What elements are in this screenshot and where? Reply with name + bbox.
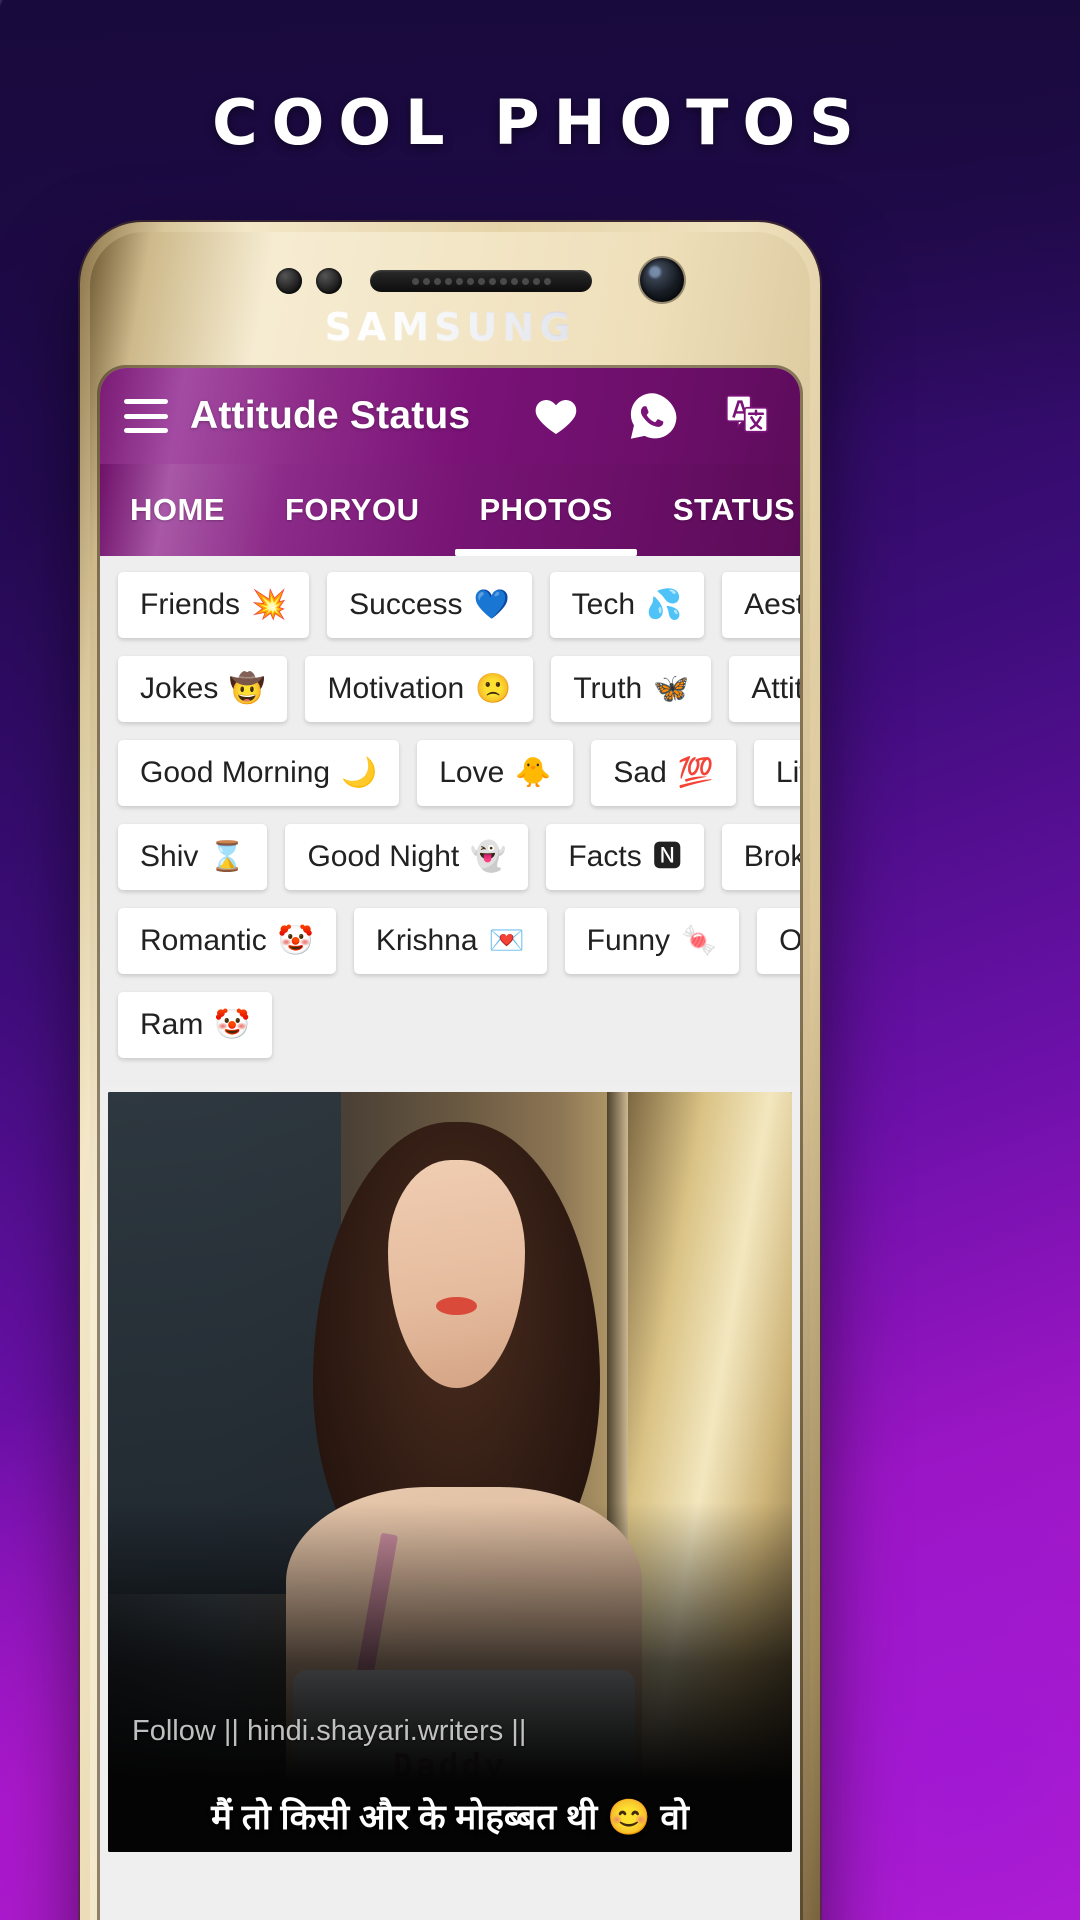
category-chip-good-night[interactable]: Good Night 👻 [285, 824, 529, 890]
category-chip-ram[interactable]: Ram 🤡 [118, 992, 273, 1058]
chip-label: Life [775, 756, 800, 789]
chip-emoji-icon: 🌙 [341, 756, 378, 789]
phone-frame: SAMSUNG Attitude Status HOME FORYOU PHOT… [80, 222, 820, 1920]
chip-label: Truth [573, 672, 643, 705]
sensor-dots-icon [276, 268, 342, 294]
chip-label: Other [779, 924, 800, 957]
category-chip-other[interactable]: Other 💣 [757, 908, 800, 974]
category-chip-funny[interactable]: Funny 🍬 [564, 908, 740, 974]
tab-home[interactable]: HOME [100, 464, 255, 556]
chip-emoji-icon: ⌛ [209, 840, 246, 873]
chip-emoji-icon: 💯 [677, 756, 714, 789]
tab-status[interactable]: STATUS [643, 464, 800, 556]
category-chip-good-morning[interactable]: Good Morning 🌙 [118, 740, 400, 806]
chip-label: Good Morning [140, 756, 331, 789]
earpiece-speaker-icon [370, 270, 592, 292]
chip-label: Success [349, 588, 463, 621]
chip-label: Friends [140, 588, 241, 621]
photo-card[interactable]: Daddy Follow || hindi.shayari.writers ||… [108, 1092, 792, 1852]
tab-foryou[interactable]: FORYOU [255, 464, 449, 556]
category-chip-truth[interactable]: Truth 🦋 [551, 656, 712, 722]
chip-row: Shiv ⌛ Good Night 👻 Facts 🅽️ Broken 💩 [110, 824, 800, 890]
category-chip-broken[interactable]: Broken 💩 [721, 824, 800, 890]
phone-top-bar: SAMSUNG [80, 222, 820, 372]
chip-label: Romantic [140, 924, 267, 957]
translate-icon[interactable] [722, 392, 772, 440]
category-chip-shiv[interactable]: Shiv ⌛ [118, 824, 268, 890]
chip-label: Sad [613, 756, 667, 789]
device-brand-label: SAMSUNG [80, 305, 820, 349]
chip-label: Aesthetic [744, 588, 800, 621]
chip-row: Good Morning 🌙 Love 🐥 Sad 💯 Life 👣 [110, 740, 800, 806]
heart-icon[interactable] [530, 392, 582, 440]
photo-watermark: Follow || hindi.shayari.writers || [132, 1715, 527, 1747]
chip-emoji-icon: 🅽️ [652, 840, 682, 873]
chip-label: Jokes [140, 672, 219, 705]
chip-emoji-icon: 🦋 [653, 672, 690, 705]
chip-label: Love [439, 756, 505, 789]
category-chip-love[interactable]: Love 🐥 [417, 740, 574, 806]
chip-emoji-icon: 💥 [251, 588, 288, 621]
chip-emoji-icon: 💌 [488, 924, 525, 957]
page-title: Attitude Status [190, 394, 471, 437]
app-bar-actions [530, 390, 776, 442]
chip-emoji-icon: 🙁 [475, 672, 512, 705]
chip-label: Motivation [327, 672, 465, 705]
chip-label: Shiv [140, 840, 199, 873]
chip-emoji-icon: 🐥 [515, 756, 552, 789]
tab-bar: HOME FORYOU PHOTOS STATUS VIDEOS [100, 464, 800, 556]
chip-row: Friends 💥 Success 💙 Tech 💦 Aesthetic 🍡 [110, 572, 800, 638]
chip-row: Ram 🤡 [110, 992, 790, 1058]
chip-row: Romantic 🤡 Krishna 💌 Funny 🍬 Other 💣 [110, 908, 800, 974]
chip-emoji-icon: 🤡 [214, 1008, 251, 1041]
tab-photos[interactable]: PHOTOS [449, 464, 642, 556]
chip-emoji-icon: 💦 [646, 588, 683, 621]
app-bar: Attitude Status [100, 368, 800, 464]
chip-label: Krishna [375, 924, 478, 957]
category-chip-romantic[interactable]: Romantic 🤡 [118, 908, 336, 974]
category-chip-facts[interactable]: Facts 🅽️ [546, 824, 704, 890]
chip-emoji-icon: 🤡 [277, 924, 314, 957]
chip-emoji-icon: 🍬 [681, 924, 718, 957]
chip-label: Tech [571, 588, 636, 621]
chip-label: Funny [586, 924, 671, 957]
category-chip-grid: Friends 💥 Success 💙 Tech 💦 Aesthetic 🍡 [100, 556, 800, 1086]
chip-label: Ram [140, 1008, 204, 1041]
category-chip-tech[interactable]: Tech 💦 [549, 572, 705, 638]
chip-emoji-icon: 🤠 [229, 672, 266, 705]
category-chip-sad[interactable]: Sad 💯 [591, 740, 736, 806]
chip-row: Jokes 🤠 Motivation 🙁 Truth 🦋 Attitude 😈 [110, 656, 800, 722]
category-chip-aesthetic[interactable]: Aesthetic 🍡 [722, 572, 800, 638]
hamburger-menu-icon[interactable] [124, 399, 168, 433]
chip-label: Broken [743, 840, 800, 873]
category-chip-attitude[interactable]: Attitude 😈 [729, 656, 800, 722]
chip-emoji-icon: 💙 [473, 588, 510, 621]
chip-label: Facts [568, 840, 642, 873]
chip-emoji-icon: 👻 [470, 840, 507, 873]
promo-headline: COOL PHOTOS [212, 86, 868, 159]
photo-caption: मैं तो किसी और के मोहब्बत थी 😊 वो [211, 1798, 689, 1837]
front-camera-icon [640, 258, 684, 302]
category-chip-friends[interactable]: Friends 💥 [118, 572, 310, 638]
category-chip-success[interactable]: Success 💙 [327, 572, 532, 638]
chip-label: Attitude [751, 672, 800, 705]
phone-screen: Attitude Status HOME FORYOU PHOTOS STATU… [100, 368, 800, 1920]
whatsapp-icon[interactable] [626, 390, 678, 442]
category-chip-motivation[interactable]: Motivation 🙁 [305, 656, 534, 722]
category-chip-krishna[interactable]: Krishna 💌 [353, 908, 547, 974]
category-chip-life[interactable]: Life 👣 [753, 740, 800, 806]
category-chip-jokes[interactable]: Jokes 🤠 [118, 656, 288, 722]
chip-label: Good Night [307, 840, 460, 873]
